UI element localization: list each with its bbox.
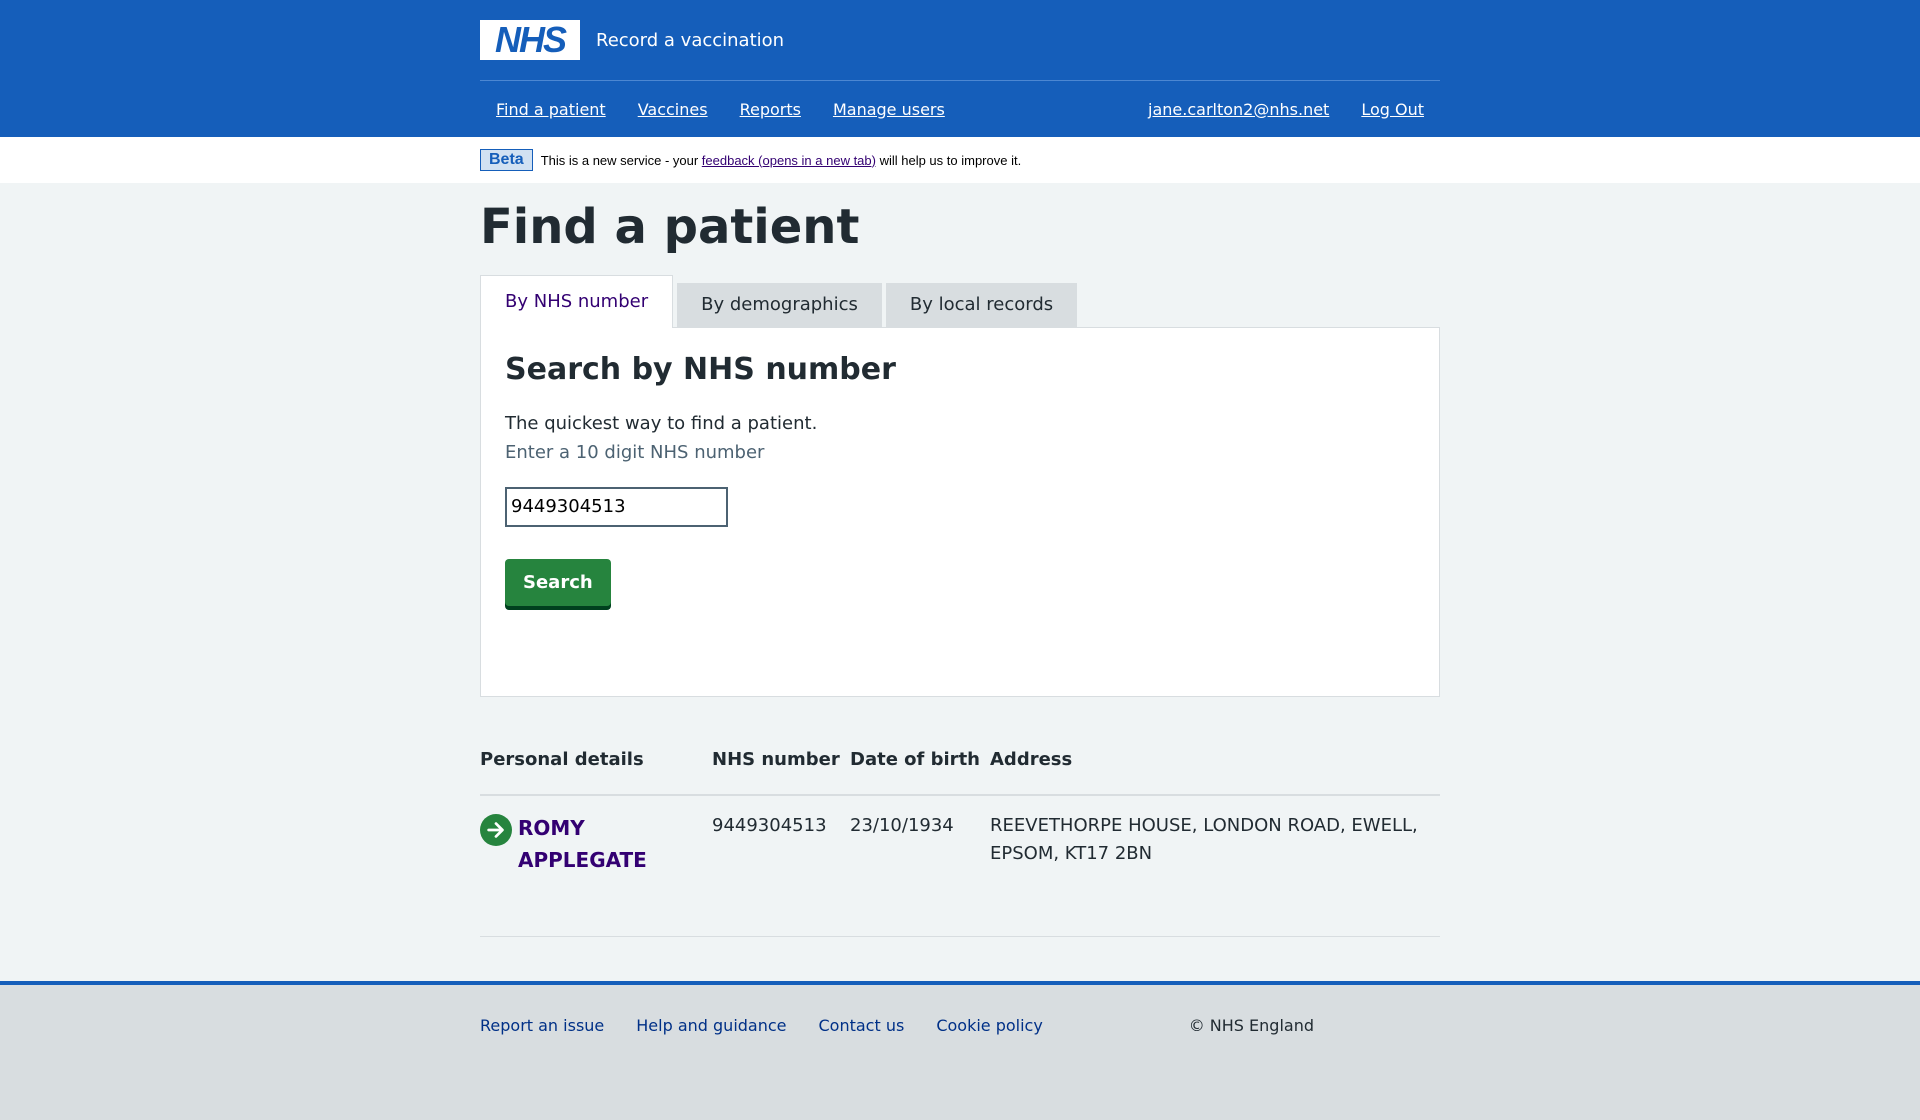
patient-last-name: APPLEGATE — [518, 847, 647, 872]
beta-text: This is a new service - your feedback (o… — [541, 153, 1022, 168]
col-personal-details: Personal details — [480, 748, 712, 796]
site-header: NHS Record a vaccination Find a patient … — [0, 0, 1920, 137]
tab-by-nhs-number[interactable]: By NHS number — [480, 274, 674, 328]
service-name[interactable]: Record a vaccination — [596, 30, 784, 51]
results-table: Personal details NHS number Date of birt… — [480, 748, 1440, 937]
cell-personal-details: ROMY APPLEGATE — [480, 794, 712, 937]
address-line-1: REEVETHORPE HOUSE, LONDON ROAD, EWELL, — [990, 814, 1418, 836]
cell-nhs-number: 9449304513 — [712, 794, 850, 937]
nav-find-a-patient[interactable]: Find a patient — [496, 100, 606, 119]
nav-vaccines[interactable]: Vaccines — [638, 100, 708, 119]
beta-banner: Beta This is a new service - your feedba… — [0, 137, 1920, 183]
panel-intro: The quickest way to find a patient. — [505, 412, 818, 434]
search-button[interactable]: Search — [505, 558, 611, 606]
tab-by-demographics[interactable]: By demographics — [677, 282, 882, 327]
tab-by-local-records[interactable]: By local records — [885, 282, 1078, 327]
footer-report-issue[interactable]: Report an issue — [480, 1016, 604, 1035]
page-title: Find a patient — [480, 199, 860, 255]
table-row: ROMY APPLEGATE 9449304513 23/10/1934 REEV… — [480, 794, 1440, 937]
copyright: © NHS England — [1188, 1015, 1314, 1035]
beta-text-before: This is a new service - your — [540, 152, 702, 168]
nhs-number-search-panel: Search by NHS number The quickest way to… — [480, 326, 1440, 697]
col-date-of-birth: Date of birth — [850, 748, 990, 796]
logout-link[interactable]: Log Out — [1361, 100, 1424, 119]
beta-tag: Beta — [480, 149, 533, 171]
nav-reports[interactable]: Reports — [740, 100, 801, 119]
main-content: Find a patient By NHS number By demograp… — [480, 201, 1440, 937]
nav-manage-users[interactable]: Manage users — [833, 100, 945, 119]
primary-nav: Find a patient Vaccines Reports Manage u… — [480, 81, 1440, 137]
address-line-2: EPSOM, KT17 2BN — [990, 842, 1153, 864]
col-nhs-number: NHS number — [712, 748, 850, 796]
panel-heading: Search by NHS number — [505, 351, 896, 387]
cell-address: REEVETHORPE HOUSE, LONDON ROAD, EWELL, EP… — [990, 794, 1440, 937]
feedback-link[interactable]: feedback (opens in a new tab) — [702, 153, 876, 168]
search-results: Personal details NHS number Date of birt… — [480, 748, 1440, 937]
footer-cookie-policy[interactable]: Cookie policy — [936, 1016, 1043, 1035]
nhs-logo[interactable]: NHS — [480, 20, 580, 60]
patient-first-name: ROMY — [518, 815, 585, 840]
table-header-row: Personal details NHS number Date of birt… — [480, 748, 1440, 796]
beta-text-after: will help us to improve it. — [875, 152, 1022, 168]
nhs-number-hint: Enter a 10 digit NHS number — [505, 441, 765, 463]
search-tabs: By NHS number By demographics By local r… — [480, 274, 1440, 328]
user-email-link[interactable]: jane.carlton2@nhs.net — [1148, 100, 1329, 119]
patient-name-link[interactable]: ROMY APPLEGATE — [518, 812, 647, 876]
footer-help-guidance[interactable]: Help and guidance — [636, 1016, 786, 1035]
site-footer: Report an issue Help and guidance Contac… — [0, 981, 1920, 1120]
nhs-number-input[interactable] — [505, 486, 728, 527]
cell-date-of-birth: 23/10/1934 — [850, 794, 990, 937]
col-address: Address — [990, 748, 1440, 796]
arrow-right-circle-icon[interactable] — [480, 813, 512, 846]
footer-contact-us[interactable]: Contact us — [819, 1016, 905, 1035]
